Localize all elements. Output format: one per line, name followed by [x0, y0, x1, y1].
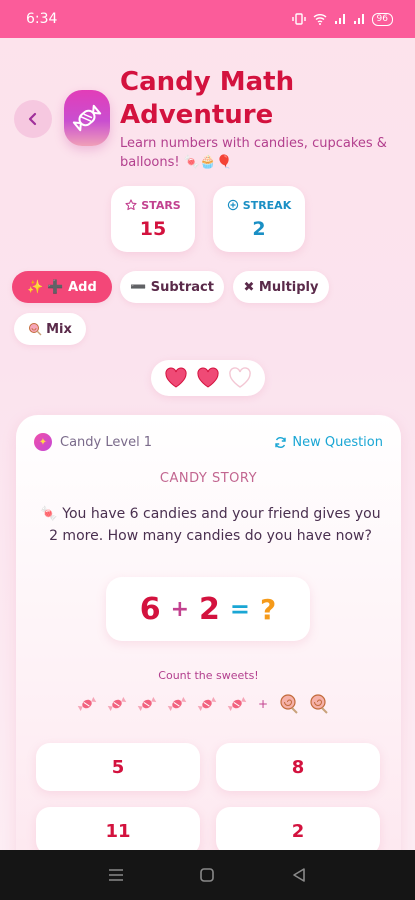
stars-label: STARS [125, 199, 181, 212]
operator: + [170, 596, 190, 622]
answer-option[interactable]: 5 [36, 743, 200, 791]
back-button[interactable] [14, 100, 52, 138]
vibrate-icon [291, 13, 306, 25]
story-label: CANDY STORY [159, 471, 258, 486]
battery-icon: 96 [371, 12, 393, 26]
system-nav-bar [0, 850, 415, 900]
plus-sign: + [258, 697, 269, 711]
candy-icon [197, 696, 217, 712]
mode-subtract-button[interactable]: ➖ Subtract [120, 271, 224, 303]
operand-a: 6 [139, 591, 161, 627]
candy-icon [227, 696, 247, 712]
wifi-icon [313, 14, 327, 25]
home-button[interactable] [195, 863, 219, 887]
story-text: 🍬 You have 6 candies and your friend giv… [40, 506, 381, 544]
lives-indicator [151, 360, 265, 396]
page-subtitle: Learn numbers with candies, cupcakes & b… [120, 136, 387, 170]
clock: 6:34 [26, 11, 58, 27]
recents-button[interactable] [104, 863, 128, 887]
count-label: Count the sweets! [158, 669, 259, 682]
signal-icon [334, 14, 345, 24]
answer-option[interactable]: 2 [216, 807, 380, 855]
equation-display: 6 + 2 = ? [106, 577, 310, 641]
operand-b: 2 [199, 591, 220, 627]
mode-mix-button[interactable]: Mix [14, 313, 86, 345]
candy-icon [167, 696, 187, 712]
candy-logo-icon [64, 90, 110, 146]
candy-icon [137, 696, 157, 712]
question-card: ✦ Candy Level 1 New Question CANDY STORY… [16, 415, 401, 885]
signal-icon-2 [353, 14, 364, 24]
stars-card: STARS 15 [111, 186, 195, 252]
home-icon [200, 868, 215, 882]
header: Candy Math Adventure Learn numbers with … [0, 60, 415, 170]
heart-full-icon [197, 367, 219, 388]
candy-icon [77, 696, 97, 712]
lollipop-icon [280, 694, 298, 714]
streak-card: STREAK 2 [213, 186, 305, 252]
answer-option[interactable]: 8 [216, 743, 380, 791]
streak-icon [227, 199, 238, 211]
back-nav-button[interactable] [287, 863, 311, 887]
lollipop-icon [29, 323, 42, 336]
streak-label: STREAK [227, 199, 291, 212]
streak-value: 2 [252, 217, 266, 240]
chevron-left-icon [28, 112, 37, 126]
sparkle-icon: ✨ [27, 279, 44, 295]
unknown-mark: ? [260, 592, 277, 626]
sweets-row: + [76, 693, 346, 715]
sparkle-badge-icon: ✦ [34, 433, 52, 451]
triangle-back-icon [293, 868, 305, 882]
page-title: Candy Math Adventure [120, 67, 295, 130]
status-icons: 96 [291, 12, 393, 26]
mode-add-button[interactable]: ✨ ➕ Add [12, 271, 112, 303]
mode-multiply-button[interactable]: ✖ Multiply [233, 271, 329, 303]
heart-empty-icon [229, 367, 251, 388]
level-indicator: ✦ Candy Level 1 [34, 433, 152, 451]
equals-sign: = [229, 595, 251, 623]
stars-value: 15 [139, 217, 167, 240]
menu-icon [108, 869, 123, 881]
star-icon [125, 199, 137, 211]
candy-icon [107, 696, 127, 712]
lollipop-icon [310, 694, 328, 714]
new-question-button[interactable]: New Question [274, 435, 383, 450]
refresh-icon [275, 437, 287, 448]
answer-option[interactable]: 11 [36, 807, 200, 855]
heart-full-icon [165, 367, 187, 388]
status-bar: 6:34 96 [0, 0, 415, 38]
